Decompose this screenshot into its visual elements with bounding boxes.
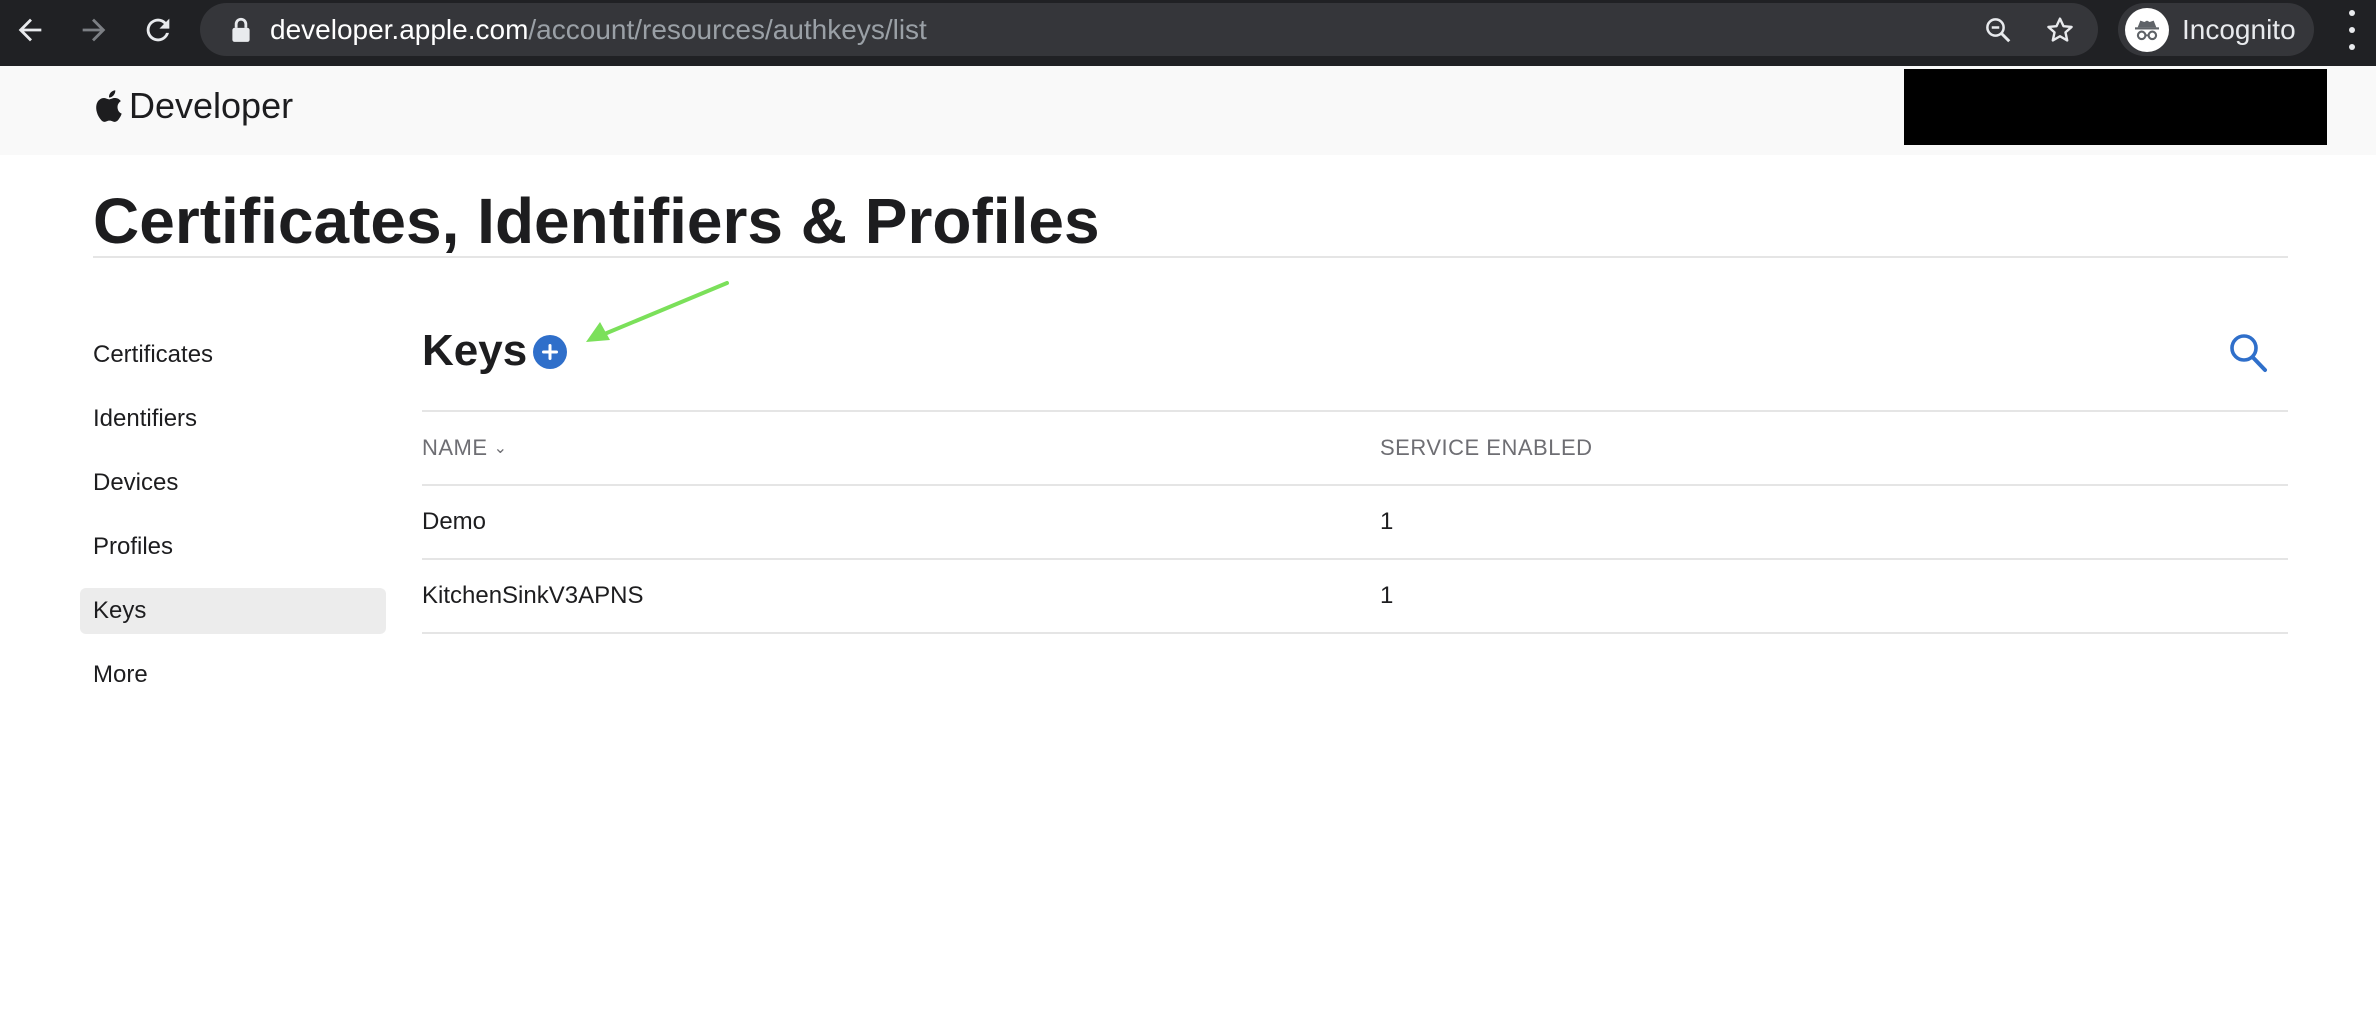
browser-menu-button[interactable] [2336, 10, 2368, 50]
menu-icon [2349, 10, 2355, 16]
menu-icon-dot [2349, 44, 2355, 50]
menu-icon-dot [2349, 27, 2355, 33]
url-path: /account/resources/authkeys/list [528, 14, 927, 45]
address-bar[interactable]: developer.apple.com/account/resources/au… [200, 3, 2098, 56]
column-header-name-label: NAME [422, 435, 488, 460]
back-button[interactable] [8, 8, 52, 52]
sidebar-item-certificates[interactable]: Certificates [80, 332, 386, 378]
sidebar-item-profiles[interactable]: Profiles [80, 524, 386, 570]
annotation-arrow-icon [586, 281, 729, 342]
incognito-profile-button[interactable]: Incognito [2118, 3, 2314, 56]
browser-toolbar: developer.apple.com/account/resources/au… [0, 0, 2376, 66]
developer-logo-link[interactable]: Developer [93, 86, 293, 126]
table-bottom-rule [422, 632, 2288, 634]
chevron-down-icon: ⌄ [493, 440, 508, 458]
key-name-cell: KitchenSinkV3APNS [422, 582, 644, 609]
incognito-label: Incognito [2182, 14, 2296, 45]
section-heading: Keys [422, 326, 528, 375]
title-divider [93, 256, 2288, 258]
plus-icon [542, 344, 558, 360]
site-header: Developer [0, 66, 2376, 155]
bookmark-button[interactable] [2042, 12, 2078, 48]
key-name-cell: Demo [422, 508, 487, 535]
table-row[interactable]: KitchenSinkV3APNS 1 [422, 560, 2288, 632]
forward-icon [82, 18, 106, 42]
sidebar-item-more[interactable]: More [80, 652, 386, 698]
sidebar-item-keys[interactable]: Keys [80, 588, 386, 634]
forward-button[interactable] [72, 8, 116, 52]
url-host: developer.apple.com [270, 14, 529, 45]
reload-icon [146, 18, 170, 42]
redacted-account-area [1904, 69, 2327, 145]
service-enabled-cell: 1 [1380, 582, 1394, 609]
back-icon [18, 18, 42, 42]
apple-logo-icon [96, 90, 122, 122]
page-title: Certificates, Identifiers & Profiles [93, 185, 1100, 257]
reload-button[interactable] [136, 8, 180, 52]
sidebar-item-identifiers[interactable]: Identifiers [80, 396, 386, 442]
lock-icon [232, 17, 250, 42]
add-key-button[interactable] [533, 335, 567, 369]
sidebar-nav: Certificates Identifiers Devices Profile… [80, 332, 386, 716]
incognito-icon [2125, 8, 2169, 52]
column-header-service-enabled[interactable]: SERVICE ENABLED [1380, 412, 1593, 484]
zoom-button[interactable] [1980, 12, 2016, 48]
search-button[interactable] [2228, 332, 2268, 374]
service-enabled-cell: 1 [1380, 508, 1394, 535]
developer-logo-text: Developer [129, 85, 294, 126]
sidebar-item-devices[interactable]: Devices [80, 460, 386, 506]
table-row[interactable]: Demo 1 [422, 486, 2288, 558]
column-header-name[interactable]: NAME ⌄ [422, 412, 507, 485]
search-icon [2230, 334, 2267, 372]
url-text: developer.apple.com/account/resources/au… [270, 14, 927, 46]
table-header-row: NAME ⌄ SERVICE ENABLED [422, 412, 2288, 484]
zoom-icon [1986, 18, 2011, 43]
star-icon [2047, 17, 2073, 42]
keys-table: NAME ⌄ SERVICE ENABLED Demo 1 KitchenSink… [422, 410, 2288, 634]
